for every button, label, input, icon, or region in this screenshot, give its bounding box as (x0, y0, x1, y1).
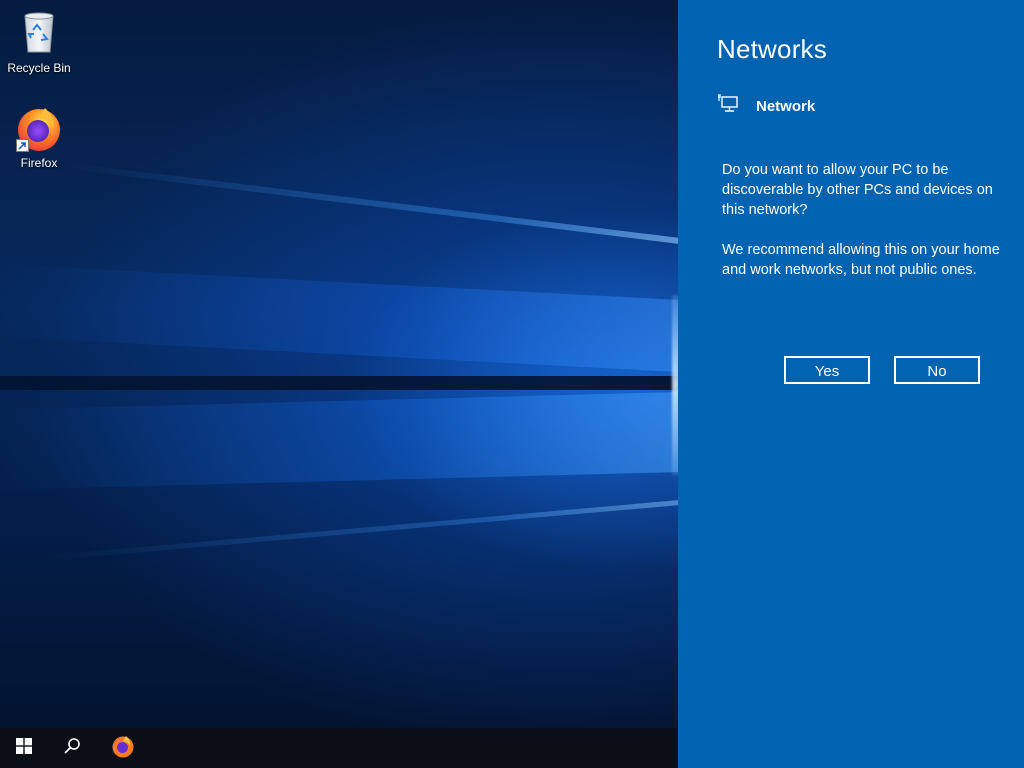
start-button[interactable] (0, 728, 48, 768)
firefox-icon (111, 734, 135, 763)
panel-title: Networks (717, 34, 827, 64)
yes-button[interactable]: Yes (784, 356, 870, 384)
discoverable-question: Do you want to allow your PC to be disco… (722, 162, 993, 218)
search-icon (63, 737, 81, 760)
networks-panel: Networks Network Do you want to allow yo… (678, 0, 1024, 768)
firefox-icon (15, 104, 63, 152)
taskbar (0, 728, 678, 768)
network-name: Network (756, 97, 816, 115)
windows-logo-icon (16, 737, 32, 759)
wired-network-icon (718, 93, 740, 119)
taskbar-firefox-button[interactable] (99, 728, 147, 768)
desktop-icon-recycle-bin[interactable]: Recycle Bin (1, 8, 77, 75)
discoverable-recommendation: We recommend allowing this on your home … (722, 242, 1000, 278)
recycle-bin-label: Recycle Bin (7, 61, 71, 75)
firefox-label: Firefox (20, 156, 58, 170)
desktop-icon-firefox[interactable]: Firefox (1, 104, 77, 170)
search-button[interactable] (48, 728, 96, 768)
shortcut-arrow-icon (16, 139, 29, 152)
desktop: Recycle Bin Firefox Networks Network Do … (0, 0, 1024, 768)
no-button[interactable]: No (894, 356, 980, 384)
recycle-bin-icon (1, 8, 77, 57)
network-row: Network (718, 93, 816, 119)
